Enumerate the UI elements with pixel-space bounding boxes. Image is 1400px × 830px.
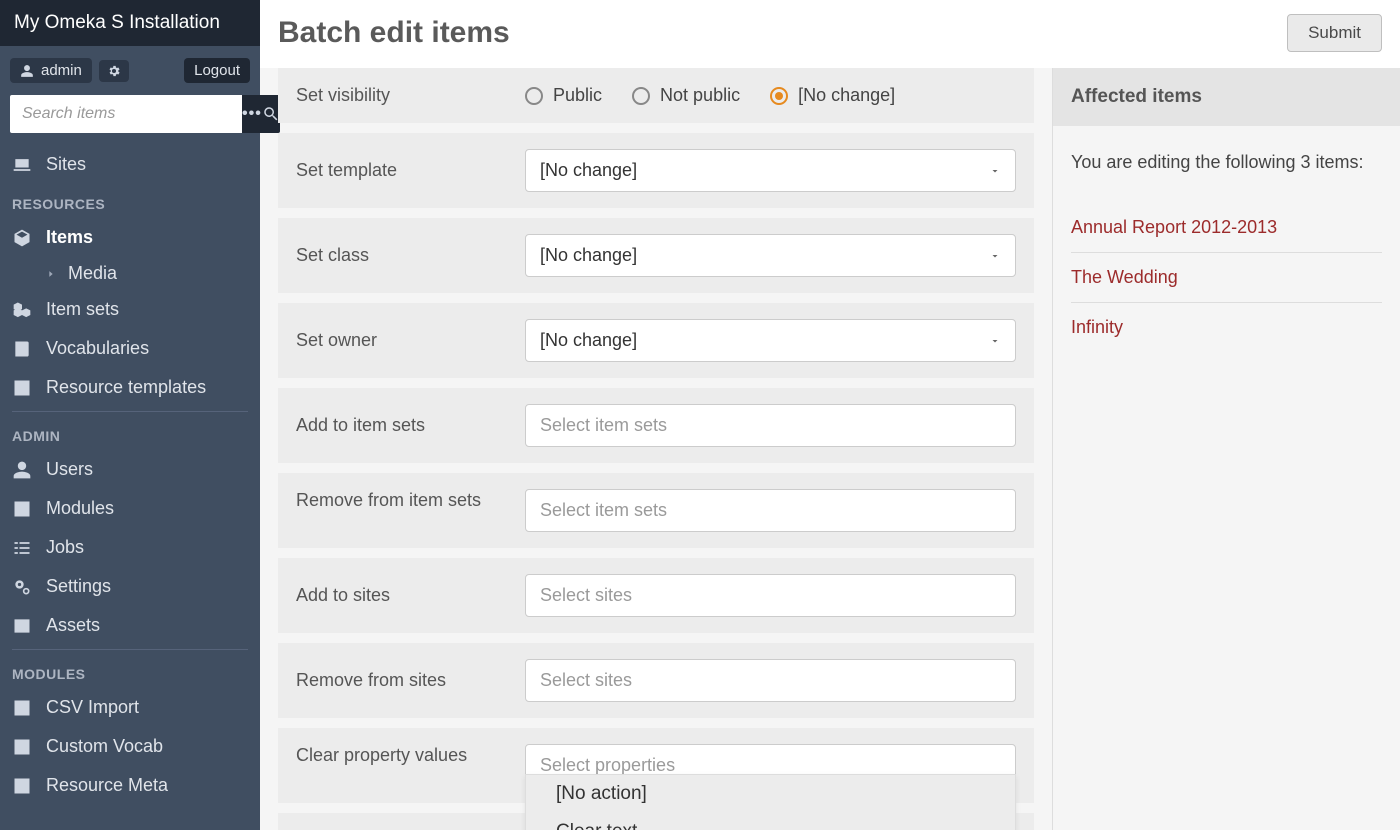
plus-square-icon bbox=[12, 776, 32, 796]
nav-resource-meta[interactable]: Resource Meta bbox=[0, 766, 260, 805]
nav-settings[interactable]: Settings bbox=[0, 567, 260, 606]
cubes-icon bbox=[12, 300, 32, 320]
panel-header: Affected items bbox=[1053, 68, 1400, 126]
install-title[interactable]: My Omeka S Installation bbox=[0, 0, 260, 46]
chevron-down-icon bbox=[989, 250, 1001, 262]
search-input[interactable] bbox=[10, 95, 242, 133]
field-class: Set class [No change] bbox=[278, 218, 1034, 293]
field-label: Set class bbox=[296, 244, 501, 267]
plus-square-icon bbox=[12, 698, 32, 718]
field-label: Add to sites bbox=[296, 584, 501, 607]
radio-public[interactable]: Public bbox=[525, 85, 602, 106]
nav-jobs[interactable]: Jobs bbox=[0, 528, 260, 567]
nav-sites[interactable]: Sites bbox=[0, 145, 260, 184]
field-label: Remove from item sets bbox=[296, 489, 501, 512]
field-template: Set template [No change] bbox=[278, 133, 1034, 208]
user-icon bbox=[20, 64, 34, 78]
plus-square-icon bbox=[12, 499, 32, 519]
submit-button[interactable]: Submit bbox=[1287, 14, 1382, 52]
affected-item-link[interactable]: Infinity bbox=[1071, 303, 1382, 352]
book-icon bbox=[12, 339, 32, 359]
field-label: Set owner bbox=[296, 329, 501, 352]
field-label: Clear property values bbox=[296, 744, 501, 767]
affected-list: Annual Report 2012-2013 The Wedding Infi… bbox=[1071, 203, 1382, 352]
main: Batch edit items Submit Set visibility P… bbox=[260, 0, 1400, 830]
field-add-sites: Add to sites Select sites bbox=[278, 558, 1034, 633]
logout-button[interactable]: Logout bbox=[184, 58, 250, 83]
nav-divider bbox=[12, 649, 248, 650]
dropdown-option-no-action[interactable]: [No action] bbox=[526, 775, 1015, 813]
nav-heading-resources: RESOURCES bbox=[0, 184, 260, 218]
user-settings-button[interactable] bbox=[99, 60, 129, 82]
field-owner: Set owner [No change] bbox=[278, 303, 1034, 378]
field-clear-props: Clear property values Select properties … bbox=[278, 728, 1034, 803]
nav-items[interactable]: Items bbox=[0, 218, 260, 257]
panel-body: You are editing the following 3 items: A… bbox=[1053, 126, 1400, 376]
radio-not-public[interactable]: Not public bbox=[632, 85, 740, 106]
nav-divider bbox=[12, 411, 248, 412]
image-icon bbox=[12, 616, 32, 636]
field-visibility: Set visibility Public Not public [No cha… bbox=[278, 68, 1034, 123]
add-sites-select[interactable]: Select sites bbox=[525, 574, 1016, 617]
nav-vocabularies[interactable]: Vocabularies bbox=[0, 329, 260, 368]
field-label: Set visibility bbox=[296, 84, 501, 107]
nav-media[interactable]: Media bbox=[0, 257, 260, 290]
caret-right-icon bbox=[46, 269, 56, 279]
nav-csv-import[interactable]: CSV Import bbox=[0, 688, 260, 727]
main-header: Batch edit items Submit bbox=[260, 0, 1400, 68]
cube-icon bbox=[12, 228, 32, 248]
field-add-item-sets: Add to item sets Select item sets bbox=[278, 388, 1034, 463]
gear-icon bbox=[107, 64, 121, 78]
nav-resource-templates[interactable]: Resource templates bbox=[0, 368, 260, 407]
remove-item-sets-select[interactable]: Select item sets bbox=[525, 489, 1016, 532]
list-icon bbox=[12, 538, 32, 558]
radio-no-change[interactable]: [No change] bbox=[770, 85, 895, 106]
visibility-radio-group: Public Not public [No change] bbox=[525, 85, 1016, 106]
nav-users[interactable]: Users bbox=[0, 450, 260, 489]
field-label: Remove from sites bbox=[296, 669, 501, 692]
laptop-icon bbox=[12, 155, 32, 175]
search-row: ••• bbox=[0, 95, 260, 145]
panel-intro: You are editing the following 3 items: bbox=[1071, 150, 1382, 175]
user-icon bbox=[12, 460, 32, 480]
nav-custom-vocab[interactable]: Custom Vocab bbox=[0, 727, 260, 766]
user-button[interactable]: admin bbox=[10, 58, 92, 83]
user-name: admin bbox=[41, 62, 82, 79]
affected-item-link[interactable]: Annual Report 2012-2013 bbox=[1071, 203, 1382, 253]
field-label: Set template bbox=[296, 159, 501, 182]
class-select[interactable]: [No change] bbox=[525, 234, 1016, 277]
sidebar: My Omeka S Installation admin Logout •••… bbox=[0, 0, 260, 830]
add-item-sets-select[interactable]: Select item sets bbox=[525, 404, 1016, 447]
content-row: Set visibility Public Not public [No cha… bbox=[260, 68, 1400, 830]
chevron-down-icon bbox=[989, 165, 1001, 177]
advanced-search-button[interactable]: ••• bbox=[242, 95, 262, 133]
dropdown-option-clear[interactable]: Clear text bbox=[526, 813, 1015, 830]
nav-heading-admin: ADMIN bbox=[0, 416, 260, 450]
nav-modules[interactable]: Modules bbox=[0, 489, 260, 528]
nav-assets[interactable]: Assets bbox=[0, 606, 260, 645]
remove-sites-select[interactable]: Select sites bbox=[525, 659, 1016, 702]
form-column: Set visibility Public Not public [No cha… bbox=[260, 68, 1052, 830]
ellipsis-icon: ••• bbox=[242, 106, 262, 122]
field-remove-item-sets: Remove from item sets Select item sets bbox=[278, 473, 1034, 548]
pencil-square-icon bbox=[12, 378, 32, 398]
user-row: admin Logout bbox=[0, 46, 260, 95]
nav-heading-modules: MODULES bbox=[0, 654, 260, 688]
gears-icon bbox=[12, 577, 32, 597]
extract-text-dropdown: [No action] Clear text ✓ Refresh text bbox=[525, 774, 1016, 830]
owner-select[interactable]: [No change] bbox=[525, 319, 1016, 362]
page-title: Batch edit items bbox=[278, 16, 510, 50]
chevron-down-icon bbox=[989, 335, 1001, 347]
affected-item-link[interactable]: The Wedding bbox=[1071, 253, 1382, 303]
field-remove-sites: Remove from sites Select sites bbox=[278, 643, 1034, 718]
template-select[interactable]: [No change] bbox=[525, 149, 1016, 192]
nav-item-sets[interactable]: Item sets bbox=[0, 290, 260, 329]
affected-panel: Affected items You are editing the follo… bbox=[1052, 68, 1400, 830]
plus-square-icon bbox=[12, 737, 32, 757]
field-label: Add to item sets bbox=[296, 414, 501, 437]
